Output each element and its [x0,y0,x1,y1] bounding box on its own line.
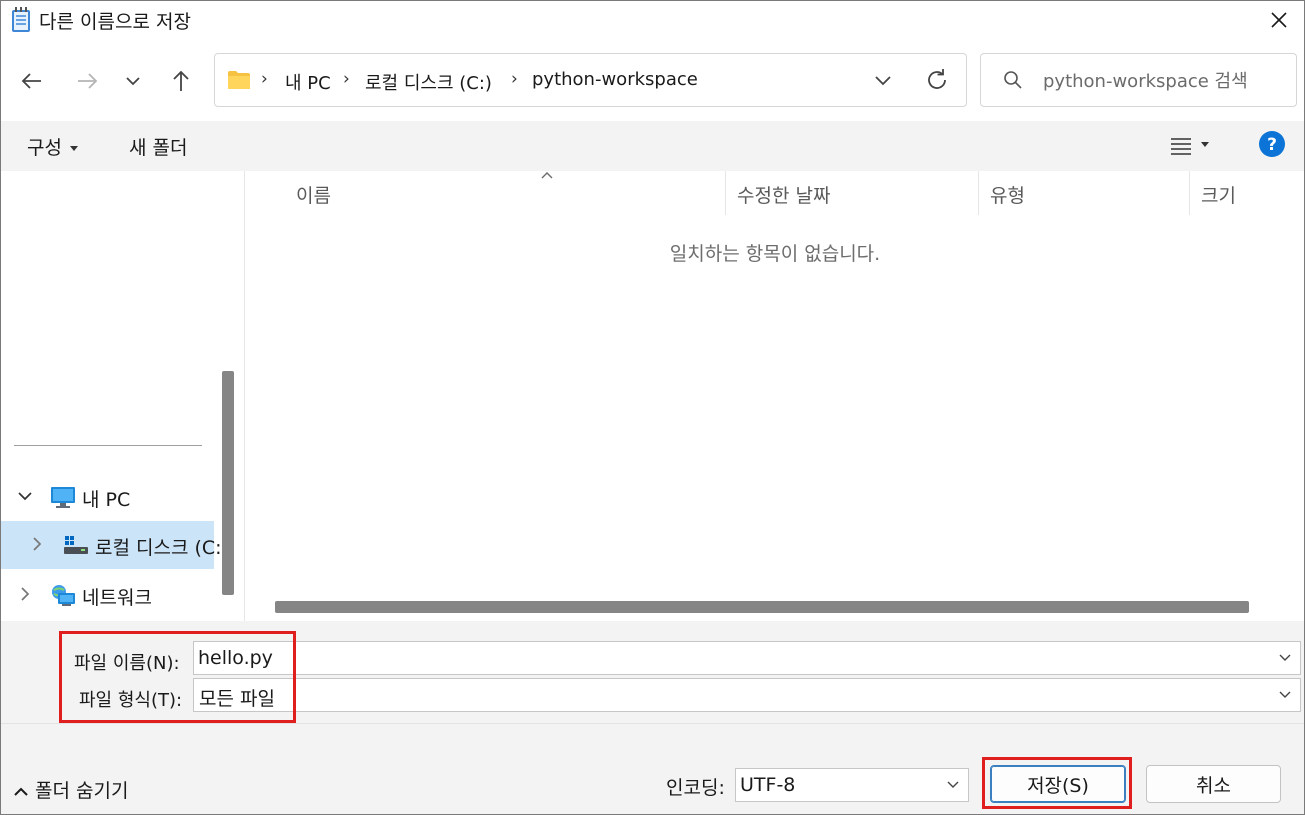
chevron-down-icon[interactable] [16,487,34,505]
encoding-label: 인코딩: [666,777,725,799]
breadcrumb-local-disk[interactable]: 로컬 디스크 (C:) [365,69,492,95]
folder-icon [228,71,250,89]
organize-label: 구성 [27,137,62,159]
file-list-horizontal-scrollbar[interactable] [275,601,1249,613]
filename-field[interactable] [193,641,1301,675]
chevron-down-icon[interactable] [1278,651,1292,665]
filename-input[interactable] [198,645,1258,671]
column-header-size[interactable]: 크기 [1190,171,1304,215]
address-bar[interactable]: › 내 PC › 로컬 디스크 (C:) › python-workspace [214,53,967,107]
chevron-right-icon[interactable] [28,535,46,553]
hide-folders-label: 폴더 숨기기 [35,780,129,802]
close-icon [1271,12,1287,28]
encoding-select[interactable]: UTF-8 [735,768,969,802]
sort-ascending-icon [541,172,553,179]
navigation-bar: › 내 PC › 로컬 디스크 (C:) › python-workspace [1,39,1304,121]
filename-label: 파일 이름(N): [74,653,180,674]
forward-button[interactable] [69,61,105,101]
computer-icon [51,487,75,508]
tree-item-local-disk[interactable]: 로컬 디스크 (C:) [1,521,229,569]
tree-item-network[interactable]: 네트워크 [1,571,214,619]
filetype-label: 파일 형식(T): [79,690,183,711]
chevron-down-icon[interactable] [1278,688,1292,702]
svg-text:?: ? [1267,135,1277,155]
column-header-label: 이름 [296,185,331,207]
network-icon [52,585,75,606]
list-view-icon [1171,138,1191,155]
window-title: 다른 이름으로 저장 [39,11,191,33]
back-button[interactable] [14,61,50,101]
caret-down-icon [69,146,78,151]
chevron-up-icon [14,787,28,796]
navigation-pane: 내 PC 로컬 디스크 (C:) 네트워크 [1,171,244,621]
column-header-label: 수정한 날짜 [737,185,831,207]
chevron-down-icon [947,781,959,788]
new-folder-button[interactable]: 새 폴더 [129,133,187,160]
address-history-chevron-icon[interactable] [869,66,897,94]
forward-arrow-icon [78,73,98,89]
drive-icon [64,536,88,554]
up-button[interactable] [163,61,199,101]
recent-locations-button[interactable] [115,61,151,101]
hide-folders-button[interactable]: 폴더 숨기기 [13,776,128,803]
cancel-button[interactable]: 취소 [1146,765,1281,803]
refresh-icon[interactable] [923,66,951,94]
up-arrow-icon [173,70,189,91]
close-button[interactable] [1264,5,1294,35]
navigation-pane-scrollbar[interactable] [222,371,234,595]
back-arrow-icon [21,73,41,89]
search-icon [1004,71,1022,89]
form-separator [1,723,1304,724]
tree-item-label: 내 PC [82,489,131,511]
organize-button[interactable]: 구성 [27,133,78,160]
save-button[interactable]: 저장(S) [990,765,1126,803]
search-box[interactable] [980,53,1297,107]
notepad-icon [12,7,30,32]
title-bar: 다른 이름으로 저장 [1,1,1304,39]
help-icon[interactable]: ? [1258,130,1286,158]
filetype-select[interactable]: 모든 파일 [193,678,1301,712]
tree-item-label: 로컬 디스크 (C:) [95,537,229,559]
caret-down-icon [1201,142,1209,147]
breadcrumb-separator: › [511,69,518,89]
column-header-date-modified[interactable]: 수정한 날짜 [726,171,978,215]
column-header-type[interactable]: 유형 [979,171,1189,215]
tree-item-my-pc[interactable]: 내 PC [1,473,214,521]
empty-list-message: 일치하는 항목이 없습니다. [669,243,881,265]
command-bar: 구성 새 폴더 ? [1,121,1304,171]
save-form: 파일 이름(N): 파일 형식(T): 모든 파일 폴더 숨기기 인코딩: UT… [1,621,1304,814]
chevron-down-icon [126,77,140,86]
breadcrumb-separator: › [261,69,268,89]
breadcrumb-python-workspace[interactable]: python-workspace [532,69,698,90]
save-as-dialog: 다른 이름으로 저장 › 내 PC › 로컬 디스크 (C:) › python… [0,0,1305,815]
filetype-value: 모든 파일 [199,688,275,710]
encoding-value: UTF-8 [740,774,796,796]
column-header-label: 유형 [990,185,1025,207]
column-header-name[interactable]: 이름 [285,171,725,215]
nav-divider [14,445,202,446]
view-options-button[interactable] [1167,131,1219,161]
tree-item-label: 네트워크 [82,587,152,609]
chevron-right-icon[interactable] [16,585,34,603]
search-input[interactable] [1043,67,1288,95]
file-list: 이름 수정한 날짜 유형 크기 일치하는 항목이 없습니다. [244,171,1304,621]
column-header-label: 크기 [1201,185,1236,207]
breadcrumb-my-pc[interactable]: 내 PC [285,69,331,95]
breadcrumb-separator: › [343,69,350,89]
